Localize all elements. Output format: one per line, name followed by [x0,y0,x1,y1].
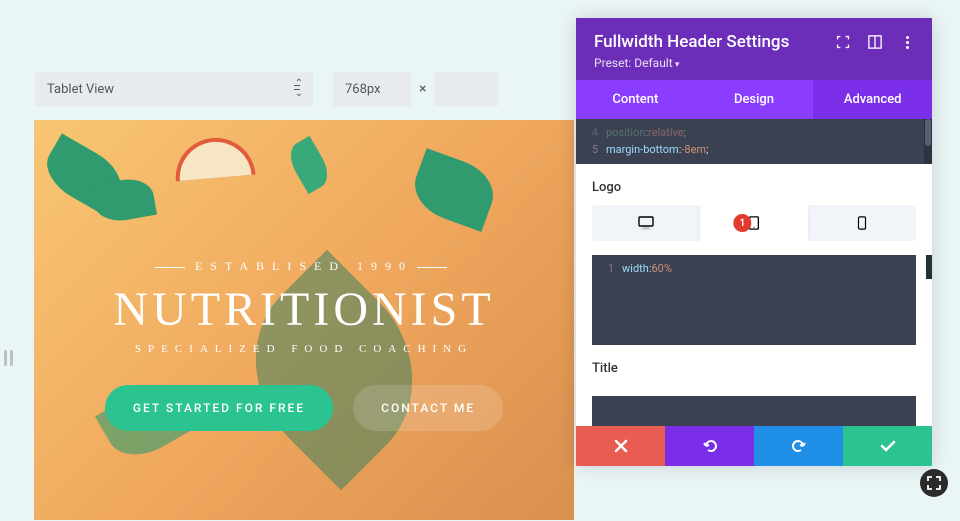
preset-select[interactable]: Preset: Default [594,56,914,70]
device-tabs: 1 [592,205,916,241]
tab-advanced[interactable]: Advanced [813,80,932,119]
height-input[interactable] [434,72,498,106]
column-icon[interactable] [868,35,882,49]
panel-title: Fullwidth Header Settings [594,32,789,52]
established-label: ESTABLISED 1990 [195,259,413,274]
annotation-badge: 1 [733,214,751,232]
tab-design[interactable]: Design [695,80,814,119]
expand-button[interactable] [920,469,948,497]
hero-subtitle: SPECIALIZED FOOD COACHING [135,343,473,355]
desktop-icon [638,216,654,230]
side-marker [926,255,932,279]
device-tab-desktop[interactable] [592,205,700,241]
panel-footer [576,426,932,466]
code-editor-top[interactable]: 4position:relative; 5margin-bottom:-8em; [576,119,932,164]
settings-panel: Fullwidth Header Settings Preset: Defaul… [576,18,932,466]
device-tab-tablet[interactable]: 1 [700,205,808,241]
focus-icon[interactable] [836,35,850,49]
resize-handle[interactable] [4,350,13,366]
view-select[interactable]: Tablet View [35,72,313,106]
cta-secondary-button[interactable]: CONTACT ME [353,385,503,431]
title-section-label: Title [576,345,932,386]
code-editor-title[interactable] [592,396,916,426]
confirm-button[interactable] [843,426,932,466]
times-label: × [419,81,426,97]
logo-section-label: Logo [576,164,932,205]
more-icon[interactable] [900,35,914,49]
device-tab-phone[interactable] [808,205,916,241]
scrollbar[interactable] [924,119,932,164]
tab-content[interactable]: Content [576,80,695,119]
panel-header: Fullwidth Header Settings Preset: Defaul… [576,18,932,80]
cta-primary-button[interactable]: GET STARTED FOR FREE [105,385,333,431]
hero-title: NUTRITIONIST [113,282,494,337]
close-button[interactable] [576,426,665,466]
panel-tabs: Content Design Advanced [576,80,932,119]
phone-icon [854,216,870,230]
code-editor-logo[interactable]: 1width:60% [592,255,916,345]
redo-button[interactable] [754,426,843,466]
undo-button[interactable] [665,426,754,466]
width-input[interactable] [333,72,411,106]
preview-canvas[interactable]: ESTABLISED 1990 NUTRITIONIST SPECIALIZED… [34,120,574,520]
